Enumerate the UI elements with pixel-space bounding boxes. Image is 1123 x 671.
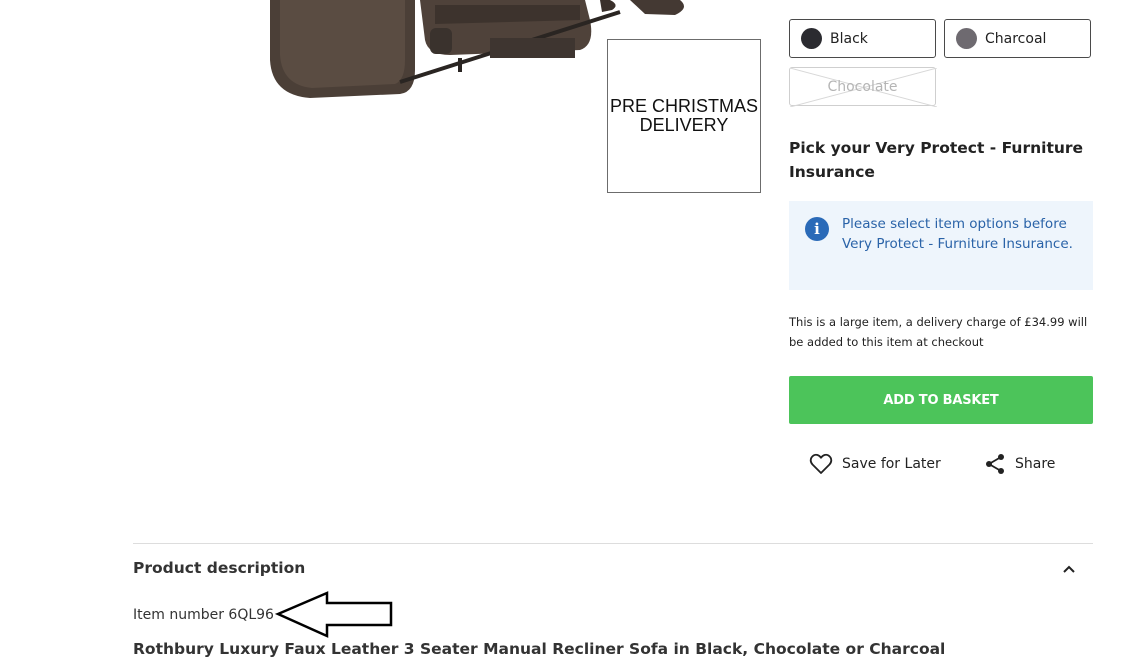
product-page: PRE CHRISTMAS DELIVERY Black Charcoal Ch… bbox=[0, 0, 1123, 671]
share-icon bbox=[986, 454, 1004, 474]
save-for-later-label: Save for Later bbox=[842, 456, 941, 472]
colour-label-black: Black bbox=[830, 30, 868, 47]
colour-dot-charcoal bbox=[956, 28, 977, 49]
save-for-later-button[interactable]: Save for Later bbox=[809, 450, 941, 478]
share-button[interactable]: Share bbox=[984, 450, 1055, 478]
info-icon: i bbox=[805, 217, 829, 241]
product-title: Rothbury Luxury Faux Leather 3 Seater Ma… bbox=[133, 640, 946, 658]
colour-dot-black bbox=[801, 28, 822, 49]
product-description-heading[interactable]: Product description bbox=[133, 559, 305, 577]
chevron-up-icon[interactable] bbox=[1060, 560, 1078, 578]
share-label: Share bbox=[1015, 456, 1056, 472]
promo-text: PRE CHRISTMAS DELIVERY bbox=[609, 96, 759, 135]
add-to-basket-button[interactable]: ADD TO BASKET bbox=[789, 376, 1093, 424]
promo-badge: PRE CHRISTMAS DELIVERY bbox=[607, 39, 761, 193]
insurance-title: Pick your Very Protect - Furniture Insur… bbox=[789, 139, 1084, 181]
heart-icon bbox=[809, 453, 833, 474]
colour-option-black[interactable]: Black bbox=[789, 19, 936, 58]
colour-option-charcoal[interactable]: Charcoal bbox=[944, 19, 1091, 58]
colour-label-charcoal: Charcoal bbox=[985, 30, 1047, 47]
insurance-info-box: i Please select item options before Very… bbox=[789, 201, 1093, 290]
section-divider bbox=[133, 543, 1093, 544]
colour-label-chocolate: Chocolate bbox=[827, 78, 898, 95]
item-number: Item number 6QL96 bbox=[133, 607, 274, 623]
delivery-note: This is a large item, a delivery charge … bbox=[789, 315, 1088, 349]
annotation-arrow-icon bbox=[275, 591, 393, 638]
insurance-info-text: Please select item options before Very P… bbox=[842, 216, 1073, 252]
colour-option-chocolate[interactable]: Chocolate bbox=[789, 67, 937, 107]
